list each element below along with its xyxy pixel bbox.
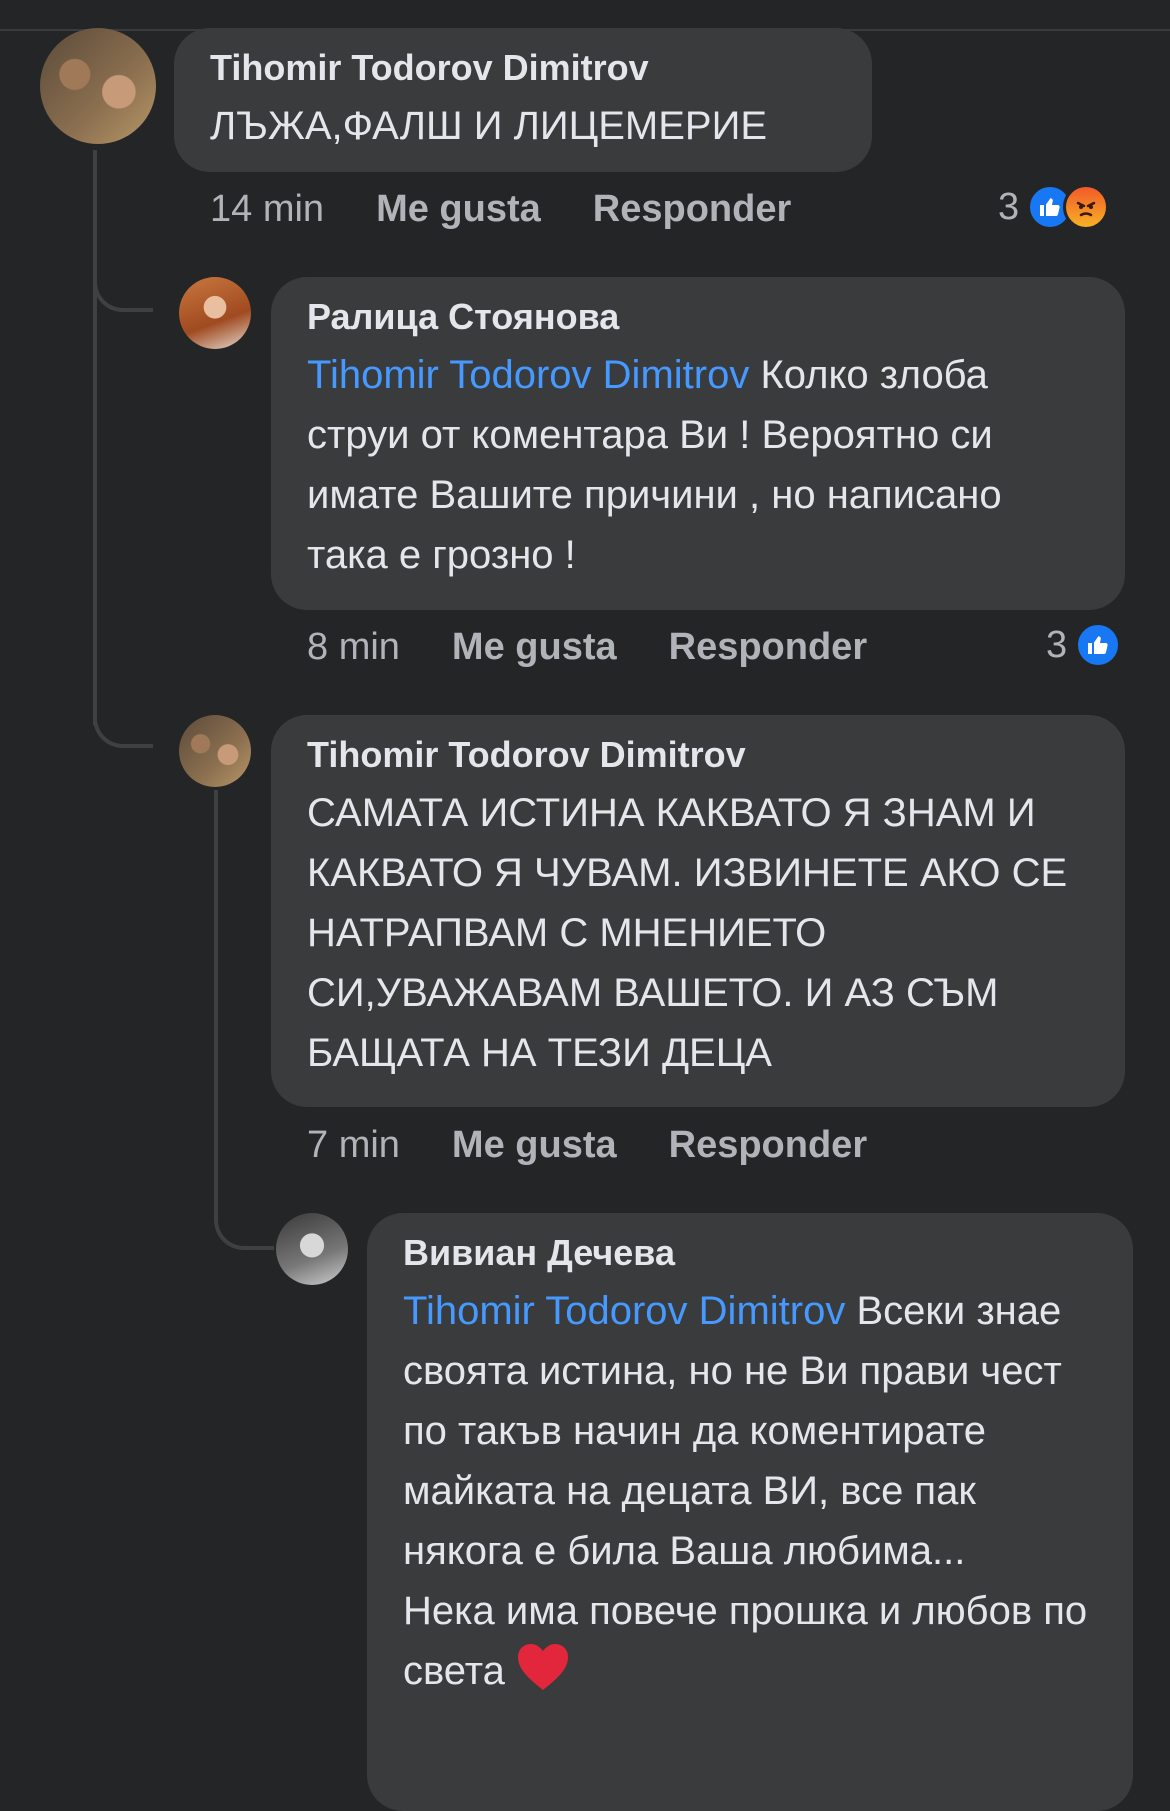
reaction-count: 3 (998, 185, 1020, 228)
thread-line (93, 150, 97, 725)
comment-time[interactable]: 14 min (210, 188, 324, 231)
avatar[interactable] (179, 277, 251, 349)
comment-text: Tihomir Todorov Dimitrov Колко злоба стр… (307, 345, 1089, 585)
like-button[interactable]: Me gusta (452, 626, 617, 669)
comment-text-line2: Нека има повече прошка и любов по света (403, 1581, 1097, 1701)
comment-bubble: Tihomir Todorov Dimitrov ЛЪЖА,ФАЛШ И ЛИЦ… (174, 28, 872, 172)
avatar[interactable] (40, 28, 156, 144)
comment-author[interactable]: Вивиан Дечева (403, 1231, 1097, 1275)
thread-connector (93, 688, 153, 748)
comment-bubble: Tihomir Todorov Dimitrov САМАТА ИСТИНА К… (271, 715, 1125, 1107)
comment-text: САМАТА ИСТИНА КАКВАТО Я ЗНАМ И КАКВАТО Я… (307, 791, 1068, 1075)
avatar[interactable] (179, 715, 251, 787)
comment-bubble: Ралица Стоянова Tihomir Todorov Dimitrov… (271, 277, 1125, 610)
reaction-summary[interactable]: 3 (1046, 622, 1122, 668)
reply-button[interactable]: Responder (669, 626, 867, 669)
reply-button[interactable]: Responder (593, 188, 791, 231)
like-button[interactable]: Me gusta (452, 1124, 617, 1167)
angry-icon (1063, 184, 1110, 230)
mention-link[interactable]: Tihomir Todorov Dimitrov (307, 353, 749, 397)
thread-connector (93, 252, 153, 312)
comment-text: Tihomir Todorov Dimitrov Всеки знае своя… (403, 1281, 1097, 1581)
like-icon (1075, 622, 1122, 668)
comment-author[interactable]: Tihomir Todorov Dimitrov (210, 46, 836, 90)
comment-time[interactable]: 8 min (307, 626, 400, 669)
like-button[interactable]: Me gusta (376, 188, 541, 231)
comment-author[interactable]: Ралица Стоянова (307, 295, 1089, 339)
comment-body-2: Нека има повече прошка и любов по света (403, 1589, 1088, 1693)
comment-actions: 7 min Me gusta Responder (307, 1124, 919, 1167)
comment-actions: 8 min Me gusta Responder (307, 626, 919, 669)
top-bar (0, 0, 1170, 31)
thread-line (214, 790, 218, 1200)
comment-time[interactable]: 7 min (307, 1124, 400, 1167)
comment-author[interactable]: Tihomir Todorov Dimitrov (307, 733, 1089, 777)
comment-text: ЛЪЖА,ФАЛШ И ЛИЦЕМЕРИЕ (210, 104, 767, 148)
avatar[interactable] (276, 1213, 348, 1285)
comment-actions: 14 min Me gusta Responder (210, 188, 843, 231)
reaction-summary[interactable]: 3 (998, 184, 1110, 230)
reaction-count: 3 (1046, 623, 1068, 666)
thread-connector (214, 1190, 274, 1250)
reply-button[interactable]: Responder (669, 1124, 867, 1167)
mention-link[interactable]: Tihomir Todorov Dimitrov (403, 1289, 845, 1333)
heart-emoji (516, 1641, 570, 1701)
comment-bubble: Вивиан Дечева Tihomir Todorov Dimitrov В… (367, 1213, 1133, 1811)
